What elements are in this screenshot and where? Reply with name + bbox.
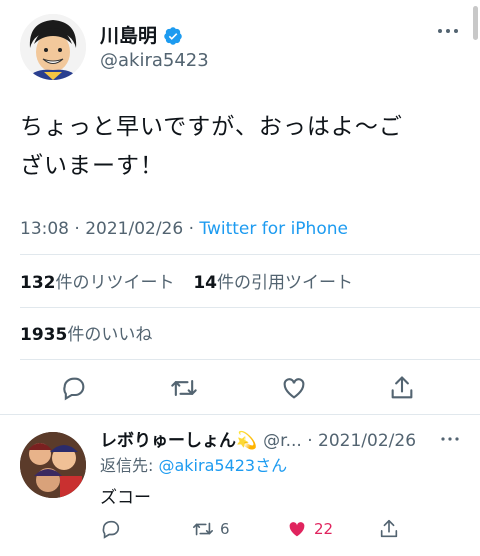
tweet-action-bar [0,368,480,412]
reply-like-button[interactable]: 22 [286,518,333,540]
quotes-stat[interactable]: 14件の引用ツイート [193,273,353,293]
author-handle[interactable]: @akira5423 [100,50,209,72]
author-name[interactable]: 川島明 [100,24,183,48]
share-icon[interactable] [388,374,416,402]
retweet-icon[interactable] [170,374,198,402]
likes-count: 1935 [20,325,68,345]
author-name-text: 川島明 [100,25,158,47]
reply-like-count: 22 [314,520,334,538]
tweet-source-link[interactable]: Twitter for iPhone [199,219,348,239]
reply-text: ズコー [100,488,151,508]
share-icon [380,519,398,538]
reply-share-button[interactable] [378,518,400,540]
likes-label: 件のいいね [67,325,153,345]
tweet-text: ちょっと早いですが、おっはよ～ご ざいまーす！ [20,108,460,186]
author-avatar[interactable] [20,14,86,80]
reply-author-avatar[interactable] [20,432,86,498]
reply-to-line: 返信先: @akira5423さん [100,455,287,477]
retweets-label: 件のリツイート [55,273,175,293]
divider [20,307,480,308]
tweet-timestamp[interactable]: 13:08 · 2021/02/26 · [20,219,199,239]
more-options-icon[interactable] [436,22,460,40]
likes-stat[interactable]: 1935件のいいね [20,323,152,347]
tweet-stats: 132件のリツイート 14件の引用ツイート [20,271,353,295]
tweet-text-line-2: ざいまーす！ [20,153,164,179]
quotes-label: 件の引用ツイート [216,273,353,293]
reply-header: レボりゅーしょん💫 @r... · 2021/02/26 [100,429,416,453]
retweet-icon [193,522,213,536]
divider [0,414,480,415]
retweets-stat[interactable]: 132件のリツイート [20,273,175,293]
reply-retweet-button[interactable]: 6 [192,518,230,540]
like-icon[interactable] [280,374,308,402]
quotes-count: 14 [193,273,217,293]
scrollbar[interactable] [473,6,478,40]
reply-icon [102,520,120,539]
verified-badge-icon [164,27,182,45]
reply-retweet-count: 6 [220,520,230,538]
divider [20,254,480,255]
reply-reply-button[interactable] [100,518,122,540]
reply-action-bar: 6 22 [100,518,460,544]
reply-to-mention[interactable]: @akira5423さん [158,456,287,475]
reply-to-prefix: 返信先: [100,456,159,475]
tweet-text-line-1: ちょっと早いですが、おっはよ～ご [20,114,403,140]
reply-icon[interactable] [60,374,88,402]
reply-handle-date[interactable]: @r... · 2021/02/26 [263,429,416,453]
reply-more-options-icon[interactable] [440,432,460,448]
retweets-count: 132 [20,273,56,293]
reply-author-name[interactable]: レボりゅーしょん💫 [100,429,257,453]
divider [20,359,480,360]
heart-filled-icon [289,522,305,537]
tweet-meta: 13:08 · 2021/02/26 · Twitter for iPhone [20,217,348,241]
